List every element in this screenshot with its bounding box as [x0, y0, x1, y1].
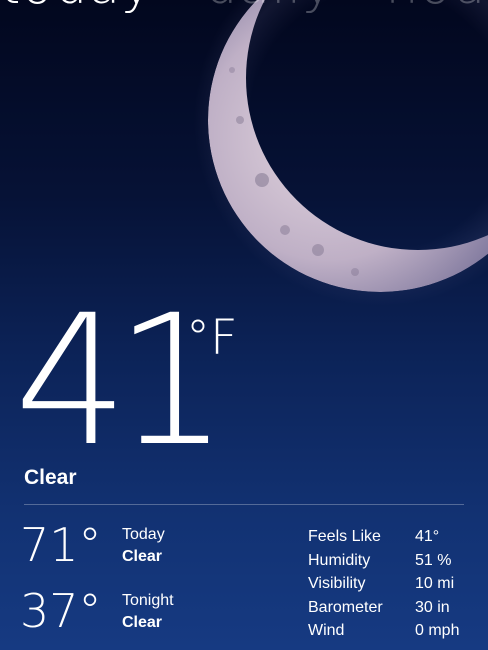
detail-value: 30 in: [415, 598, 450, 616]
detail-row-feels-like: Feels Like 41°: [308, 525, 478, 549]
detail-label: Visibility: [308, 575, 366, 592]
pivot-item-hourly[interactable]: hourly: [385, 0, 488, 16]
forecast-today-condition: Clear: [122, 548, 163, 565]
detail-value: 0 mph: [415, 622, 460, 639]
pivot-header: today daily hourly maps: [0, 0, 488, 16]
current-condition: Clear: [24, 466, 77, 489]
forecast-tonight-condition: Clear: [122, 614, 163, 631]
detail-label: Humidity: [308, 551, 371, 569]
pivot-item-today[interactable]: today: [0, 0, 153, 16]
detail-label: Barometer: [308, 598, 383, 616]
current-temperature: 41: [14, 277, 229, 486]
detail-label: Wind: [308, 622, 345, 639]
forecast-tonight-temp: 37°: [20, 584, 102, 638]
pivot-item-daily[interactable]: daily: [204, 0, 334, 16]
detail-row-humidity: Humidity 51 %: [308, 549, 478, 573]
detail-value: 51 %: [415, 551, 452, 569]
detail-row-visibility: Visibility 10 mi: [308, 572, 478, 596]
detail-row-barometer: Barometer 30 in: [308, 596, 478, 620]
detail-value: 41°: [415, 528, 440, 545]
detail-label: Feels Like: [308, 528, 381, 545]
weather-details: Feels Like 41° Humidity 51 % Visibility …: [308, 525, 478, 643]
forecast-tonight-label: Tonight: [122, 592, 174, 609]
forecast-today-label: Today: [122, 526, 165, 543]
divider: [24, 504, 464, 505]
detail-row-wind: Wind 0 mph: [308, 619, 478, 643]
forecast-today-temp: 71°: [20, 518, 102, 572]
detail-value: 10 mi: [415, 575, 455, 592]
temperature-unit: °F: [186, 310, 238, 366]
